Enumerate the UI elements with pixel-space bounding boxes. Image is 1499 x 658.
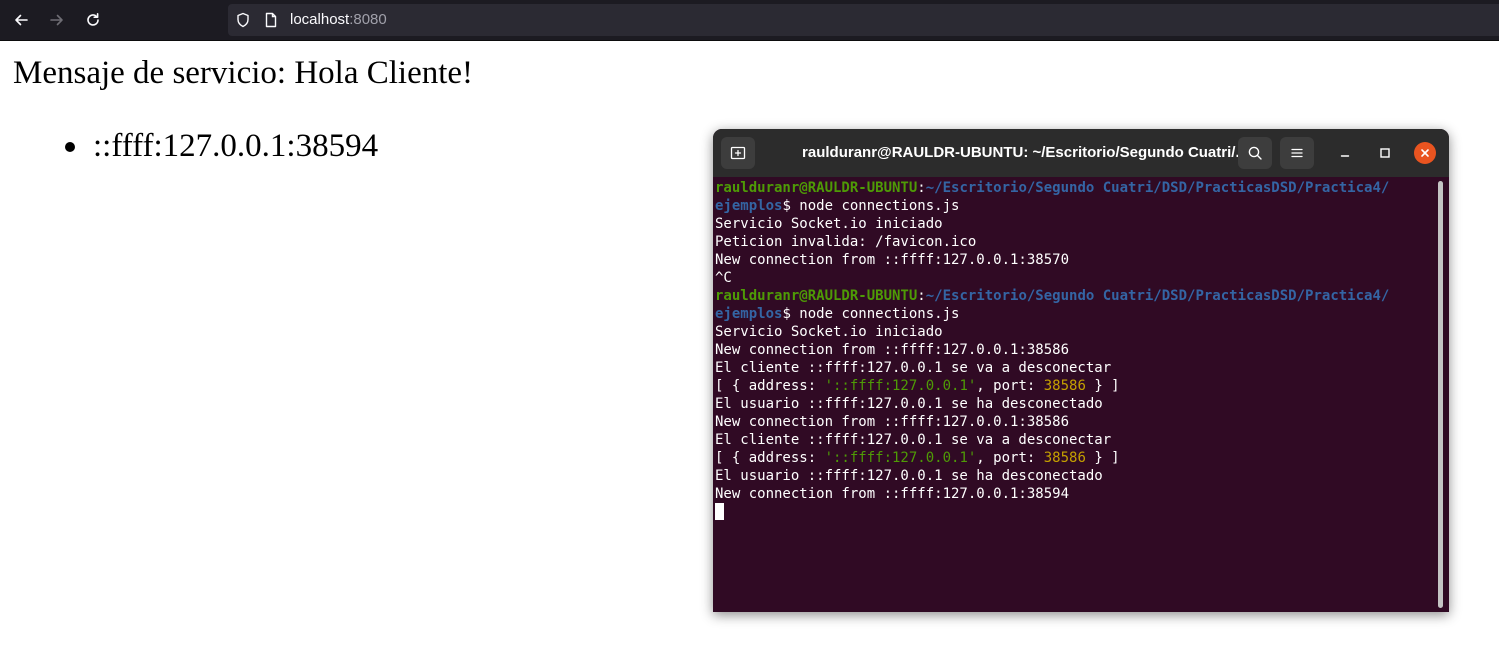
page-heading: Mensaje de servicio: Hola Cliente! bbox=[13, 55, 474, 91]
maximize-button[interactable] bbox=[1374, 142, 1396, 164]
object-port: 38586 bbox=[1043, 378, 1086, 394]
close-icon bbox=[1421, 149, 1429, 157]
prompt-path: ejemplos bbox=[715, 198, 783, 214]
hamburger-menu-icon bbox=[1291, 148, 1303, 158]
object-close: } ] bbox=[1085, 450, 1120, 466]
object-port-key: , port: bbox=[976, 450, 1044, 466]
menu-button[interactable] bbox=[1280, 137, 1314, 169]
object-address: '::ffff:127.0.0.1' bbox=[824, 378, 977, 394]
terminal-scrollbar[interactable] bbox=[1438, 181, 1443, 608]
terminal-line: New connection from ::ffff:127.0.0.1:385… bbox=[715, 486, 1070, 502]
terminal-line: El usuario ::ffff:127.0.0.1 se ha descon… bbox=[715, 396, 1103, 412]
prompt-user: raulduranr@RAULDR-UBUNTU bbox=[715, 288, 918, 304]
prompt-separator: : bbox=[917, 180, 926, 196]
browser-toolbar: localhost:8080 bbox=[0, 0, 1499, 40]
terminal-line: [ { address: '::ffff:127.0.0.1', port: 3… bbox=[715, 377, 1433, 395]
terminal-line: raulduranr@RAULDR-UBUNTU:~/Escritorio/Se… bbox=[715, 179, 1433, 197]
terminal-line: ejemplos$ node connections.js bbox=[715, 197, 1433, 215]
reload-icon bbox=[87, 13, 99, 26]
terminal-line: New connection from ::ffff:127.0.0.1:385… bbox=[715, 414, 1070, 430]
client-address: ::ffff:127.0.0.1:38594 bbox=[93, 128, 379, 164]
prompt-command: $ node connections.js bbox=[782, 198, 960, 214]
terminal-line: Servicio Socket.io iniciado bbox=[715, 324, 943, 340]
minimize-button[interactable] bbox=[1334, 142, 1356, 164]
client-list-item: ::ffff:127.0.0.1:38594 bbox=[60, 124, 378, 168]
prompt-command: $ node connections.js bbox=[782, 306, 960, 322]
new-tab-icon bbox=[730, 146, 746, 160]
prompt-user: raulduranr@RAULDR-UBUNTU bbox=[715, 180, 918, 196]
terminal-line: [ { address: '::ffff:127.0.0.1', port: 3… bbox=[715, 449, 1433, 467]
terminal-titlebar[interactable]: raulduranr@RAULDR-UBUNTU: ~/Escritorio/S… bbox=[713, 129, 1449, 177]
object-port: 38586 bbox=[1043, 450, 1086, 466]
terminal-line: Servicio Socket.io iniciado bbox=[715, 216, 943, 232]
terminal-line: ^C bbox=[715, 270, 732, 286]
search-icon bbox=[1248, 146, 1262, 160]
prompt-path: ~/Escritorio/Segundo Cuatri/DSD/Practica… bbox=[925, 288, 1390, 304]
terminal-line: ejemplos$ node connections.js bbox=[715, 305, 1433, 323]
terminal-line: El cliente ::ffff:127.0.0.1 se va a desc… bbox=[715, 432, 1112, 448]
terminal-line: Peticion invalida: /favicon.ico bbox=[715, 234, 977, 250]
object-address: '::ffff:127.0.0.1' bbox=[824, 450, 977, 466]
new-tab-button[interactable] bbox=[721, 137, 755, 169]
reload-button[interactable] bbox=[79, 6, 107, 34]
toolbar-divider bbox=[0, 40, 1499, 41]
terminal-window[interactable]: raulduranr@RAULDR-UBUNTU: ~/Escritorio/S… bbox=[713, 129, 1449, 612]
maximize-icon bbox=[1380, 148, 1390, 158]
terminal-line bbox=[715, 503, 1433, 521]
object-open: [ { address: bbox=[715, 450, 825, 466]
terminal-line: El cliente ::ffff:127.0.0.1 se va a desc… bbox=[715, 360, 1112, 376]
forward-button[interactable] bbox=[43, 6, 71, 34]
minimize-icon bbox=[1340, 155, 1350, 157]
terminal-line: New connection from ::ffff:127.0.0.1:385… bbox=[715, 342, 1070, 358]
terminal-output[interactable]: raulduranr@RAULDR-UBUNTU:~/Escritorio/Se… bbox=[715, 179, 1433, 610]
terminal-line: raulduranr@RAULDR-UBUNTU:~/Escritorio/Se… bbox=[715, 287, 1433, 305]
url-text[interactable]: localhost:8080 bbox=[290, 4, 387, 36]
url-host: localhost bbox=[290, 11, 350, 28]
object-port-key: , port: bbox=[976, 378, 1044, 394]
bullet bbox=[65, 142, 75, 152]
address-bar[interactable]: localhost:8080 bbox=[228, 4, 1499, 36]
search-button[interactable] bbox=[1238, 137, 1272, 169]
terminal-cursor bbox=[715, 503, 724, 520]
object-close: } ] bbox=[1085, 378, 1120, 394]
shield-icon[interactable] bbox=[235, 12, 251, 28]
object-open: [ { address: bbox=[715, 378, 825, 394]
close-button[interactable] bbox=[1414, 142, 1436, 164]
arrow-left-icon bbox=[15, 14, 28, 26]
page-icon[interactable] bbox=[263, 12, 279, 28]
arrow-right-icon bbox=[50, 14, 63, 26]
terminal-line: El usuario ::ffff:127.0.0.1 se ha descon… bbox=[715, 468, 1103, 484]
url-port: :8080 bbox=[349, 11, 387, 28]
terminal-line: New connection from ::ffff:127.0.0.1:385… bbox=[715, 252, 1070, 268]
terminal-title: raulduranr@RAULDR-UBUNTU: ~/Escritorio/S… bbox=[802, 144, 1248, 161]
prompt-path: ~/Escritorio/Segundo Cuatri/DSD/Practica… bbox=[925, 180, 1390, 196]
prompt-path: ejemplos bbox=[715, 306, 783, 322]
prompt-separator: : bbox=[917, 288, 926, 304]
back-button[interactable] bbox=[7, 6, 35, 34]
client-list: ::ffff:127.0.0.1:38594 bbox=[60, 124, 378, 168]
